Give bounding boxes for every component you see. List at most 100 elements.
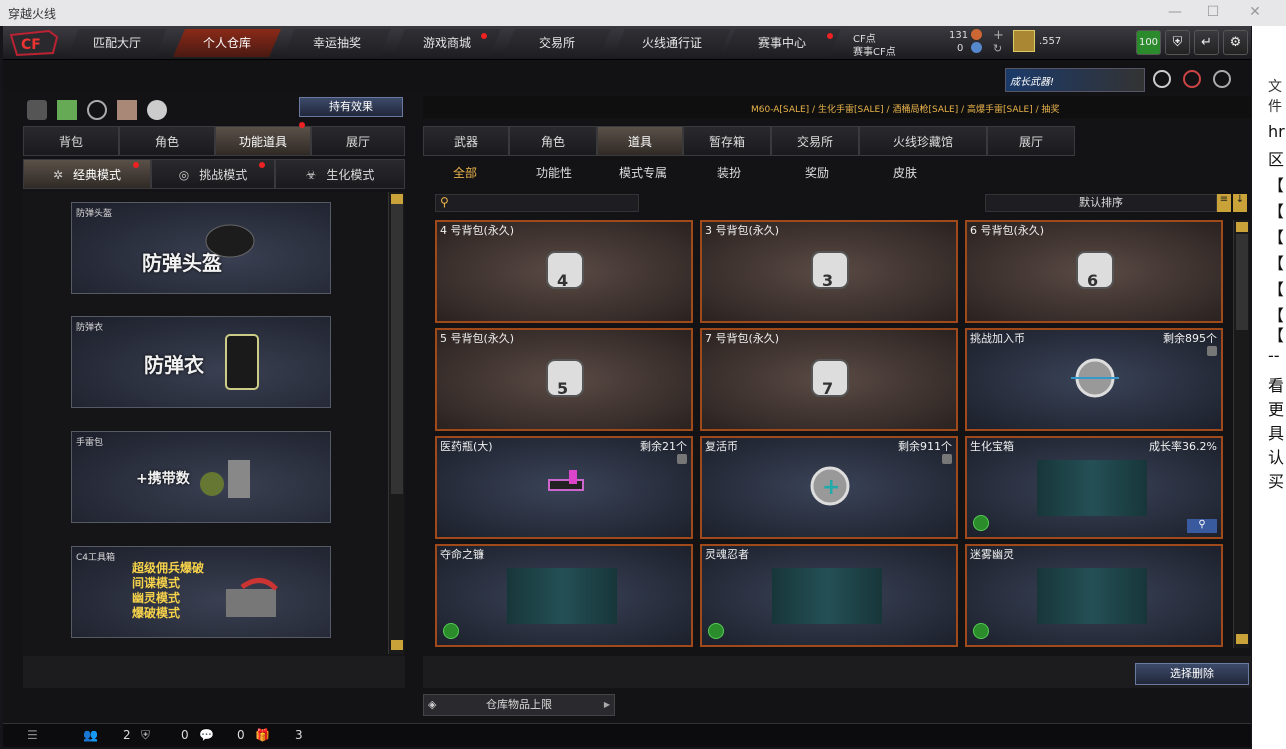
svg-text:4: 4	[557, 271, 568, 290]
nav-exchange[interactable]: 交易所	[503, 29, 611, 57]
sort-dropdown[interactable]: 默认排序	[985, 194, 1217, 212]
nav-battle-pass[interactable]: 火线通行证	[613, 29, 731, 57]
scroll-down-icon[interactable]	[391, 640, 403, 650]
refresh-icon[interactable]: ↻	[993, 42, 1002, 55]
item-bag-3[interactable]: 3 号背包(永久) 3	[700, 220, 958, 323]
search-field[interactable]: ⚲	[435, 194, 639, 212]
close-button[interactable]: ✕	[1240, 2, 1270, 22]
nav-lucky-draw[interactable]: 幸运抽奖	[283, 29, 391, 57]
subtab-rewards[interactable]: 奖励	[797, 164, 837, 182]
chat-icon[interactable]: 💬	[199, 728, 214, 742]
item-revive-coin[interactable]: 复活币 剩余911个 +	[700, 436, 958, 539]
alert-dot	[299, 122, 305, 128]
cf-points-value: 131	[949, 30, 969, 41]
svg-text:5: 5	[557, 379, 568, 398]
minimize-button[interactable]: —	[1160, 2, 1190, 22]
right-sidebar: 文件 hr 区 【 【 【 【 【 【 【 -- 看 更 具 认 买	[1252, 26, 1286, 749]
nav-personal-warehouse[interactable]: 个人仓库	[173, 29, 281, 57]
sort-direction-icon[interactable]: ↓	[1233, 194, 1247, 212]
tab-items[interactable]: 道具	[597, 126, 683, 156]
nav-event-center[interactable]: 赛事中心	[723, 29, 841, 57]
subtab-all[interactable]: 全部	[443, 164, 487, 182]
window-titlebar: 穿越火线 — ☐ ✕	[0, 0, 1286, 26]
item-soul-ninja[interactable]: 灵魂忍者	[700, 544, 958, 647]
menu-icon[interactable]: ☰	[27, 728, 38, 742]
nav-shop[interactable]: 游戏商城	[393, 29, 501, 57]
scroll-thumb[interactable]	[391, 204, 403, 494]
maximize-button[interactable]: ☐	[1198, 2, 1228, 22]
select-delete-button[interactable]: 选择删除	[1135, 663, 1249, 685]
mode-classic[interactable]: ✲ 经典模式	[23, 159, 151, 189]
tab-right-showroom[interactable]: 展厅	[987, 126, 1075, 156]
tab-weapons[interactable]: 武器	[423, 126, 509, 156]
item-grid: 4 号背包(永久) 4 3 号背包(永久) 3 6 号背包(永久) 6 5 号背包(永…	[435, 220, 1235, 650]
item-challenge-coin[interactable]: 挑战加入币 剩余895个	[965, 328, 1223, 431]
event-points-value: 0	[957, 43, 964, 54]
friends-icon[interactable]: 👥	[83, 728, 98, 742]
helmet-icon	[205, 224, 255, 258]
scroll-up-icon[interactable]	[1236, 222, 1248, 232]
subtab-skins[interactable]: 皮肤	[885, 164, 925, 182]
challenge-mode-icon: ◎	[178, 168, 190, 182]
effect-button[interactable]: 持有效果	[299, 97, 403, 117]
off-toggle-icon[interactable]	[27, 100, 47, 120]
item-zombie-chest[interactable]: 生化宝箱 成长率36.2% ⚲	[965, 436, 1223, 539]
layers-icon: ◈	[428, 698, 437, 711]
card-vest[interactable]: 防弹衣 防弹衣	[71, 316, 331, 408]
tab-temp-box[interactable]: 暂存箱	[683, 126, 771, 156]
top-nav-bar: CF 匹配大厅 个人仓库 幸运抽奖 游戏商城 交易所 火线通行证 赛事中心 CF…	[3, 26, 1251, 60]
history-icon[interactable]	[87, 100, 107, 120]
card-grenade-pack[interactable]: 手雷包 +携带数	[71, 431, 331, 523]
gear-icon[interactable]: ⚙	[1223, 30, 1248, 55]
card-c4-toolbox[interactable]: C4工具箱 超级佣兵爆破 间谍模式 幽灵模式 爆破模式	[71, 546, 331, 638]
mode-zombie[interactable]: ☣ 生化模式	[275, 159, 405, 189]
left-list-area: 防弹头盔 防弹头盔 防弹衣 防弹衣 手雷包 +携带数 C4工具箱 超级佣兵爆破间…	[23, 192, 405, 656]
item-bag-4[interactable]: 4 号背包(永久) 4	[435, 220, 693, 323]
badge-icon[interactable]	[1153, 70, 1171, 88]
storage-limit-button[interactable]: ◈ 仓库物品上限 ▶	[423, 694, 615, 716]
emblem-icon[interactable]	[1213, 70, 1231, 88]
gift-icon[interactable]: 🎁	[255, 728, 270, 742]
subtab-mode-exclusive[interactable]: 模式专属	[613, 164, 673, 182]
tab-exchange[interactable]: 交易所	[771, 126, 859, 156]
stats-icon[interactable]	[57, 100, 77, 120]
shield-status-icon[interactable]: ⛨	[141, 728, 150, 743]
bag-icon[interactable]	[147, 100, 167, 120]
item-bag-7[interactable]: 7 号背包(永久) 7	[700, 328, 958, 431]
game-window: CF 匹配大厅 个人仓库 幸运抽奖 游戏商城 交易所 火线通行证 赛事中心 CF…	[3, 26, 1251, 747]
tab-collection[interactable]: 火线珍藏馆	[859, 126, 987, 156]
item-medkit-large[interactable]: 医药瓶(大) 剩余21个	[435, 436, 693, 539]
avatar[interactable]	[1013, 30, 1035, 52]
shield-icon[interactable]: ⛨	[1165, 30, 1190, 55]
subtab-dressup[interactable]: 装扮	[709, 164, 749, 182]
nav-match-lobby[interactable]: 匹配大厅	[67, 29, 167, 57]
scroll-down-icon[interactable]	[1236, 634, 1248, 644]
mode-challenge[interactable]: ◎ 挑战模式	[151, 159, 275, 189]
item-death-scythe[interactable]: 夺命之镰	[435, 544, 693, 647]
add-icon[interactable]: +	[993, 28, 1004, 43]
c4-mode-list: 超级佣兵爆破 间谍模式 幽灵模式 爆破模式	[132, 561, 205, 620]
tab-character[interactable]: 角色	[119, 126, 215, 156]
return-icon[interactable]: ↵	[1194, 30, 1219, 55]
card-helmet[interactable]: 防弹头盔 防弹头盔	[71, 202, 331, 294]
scroll-up-icon[interactable]	[391, 194, 403, 204]
level-badge[interactable]: 100	[1136, 30, 1161, 55]
magnify-icon[interactable]: ⚲	[1187, 519, 1217, 533]
tab-function-items[interactable]: 功能道具	[215, 126, 311, 156]
list-view-icon[interactable]: ≡	[1217, 194, 1231, 212]
subtab-functional[interactable]: 功能性	[529, 164, 579, 182]
left-scrollbar[interactable]	[388, 192, 404, 654]
character-icon[interactable]	[117, 100, 137, 120]
scroll-thumb[interactable]	[1236, 234, 1248, 330]
item-bag-6[interactable]: 6 号背包(永久) 6	[965, 220, 1223, 323]
item-mist-ghost[interactable]: 迷雾幽灵	[965, 544, 1223, 647]
tab-roles[interactable]: 角色	[509, 126, 597, 156]
growth-weapon-banner[interactable]: 成长武器!	[1005, 68, 1145, 92]
target-icon[interactable]	[1183, 70, 1201, 88]
item-bag-5[interactable]: 5 号背包(永久) 5	[435, 328, 693, 431]
cf-logo[interactable]: CF	[9, 29, 61, 57]
tab-showroom[interactable]: 展厅	[311, 126, 405, 156]
tab-backpack[interactable]: 背包	[23, 126, 119, 156]
ticker-text[interactable]: M60-A[SALE] / 生化手雷[SALE] / 酒桶局枪[SALE] / …	[751, 102, 1059, 115]
right-scrollbar[interactable]	[1233, 220, 1249, 648]
